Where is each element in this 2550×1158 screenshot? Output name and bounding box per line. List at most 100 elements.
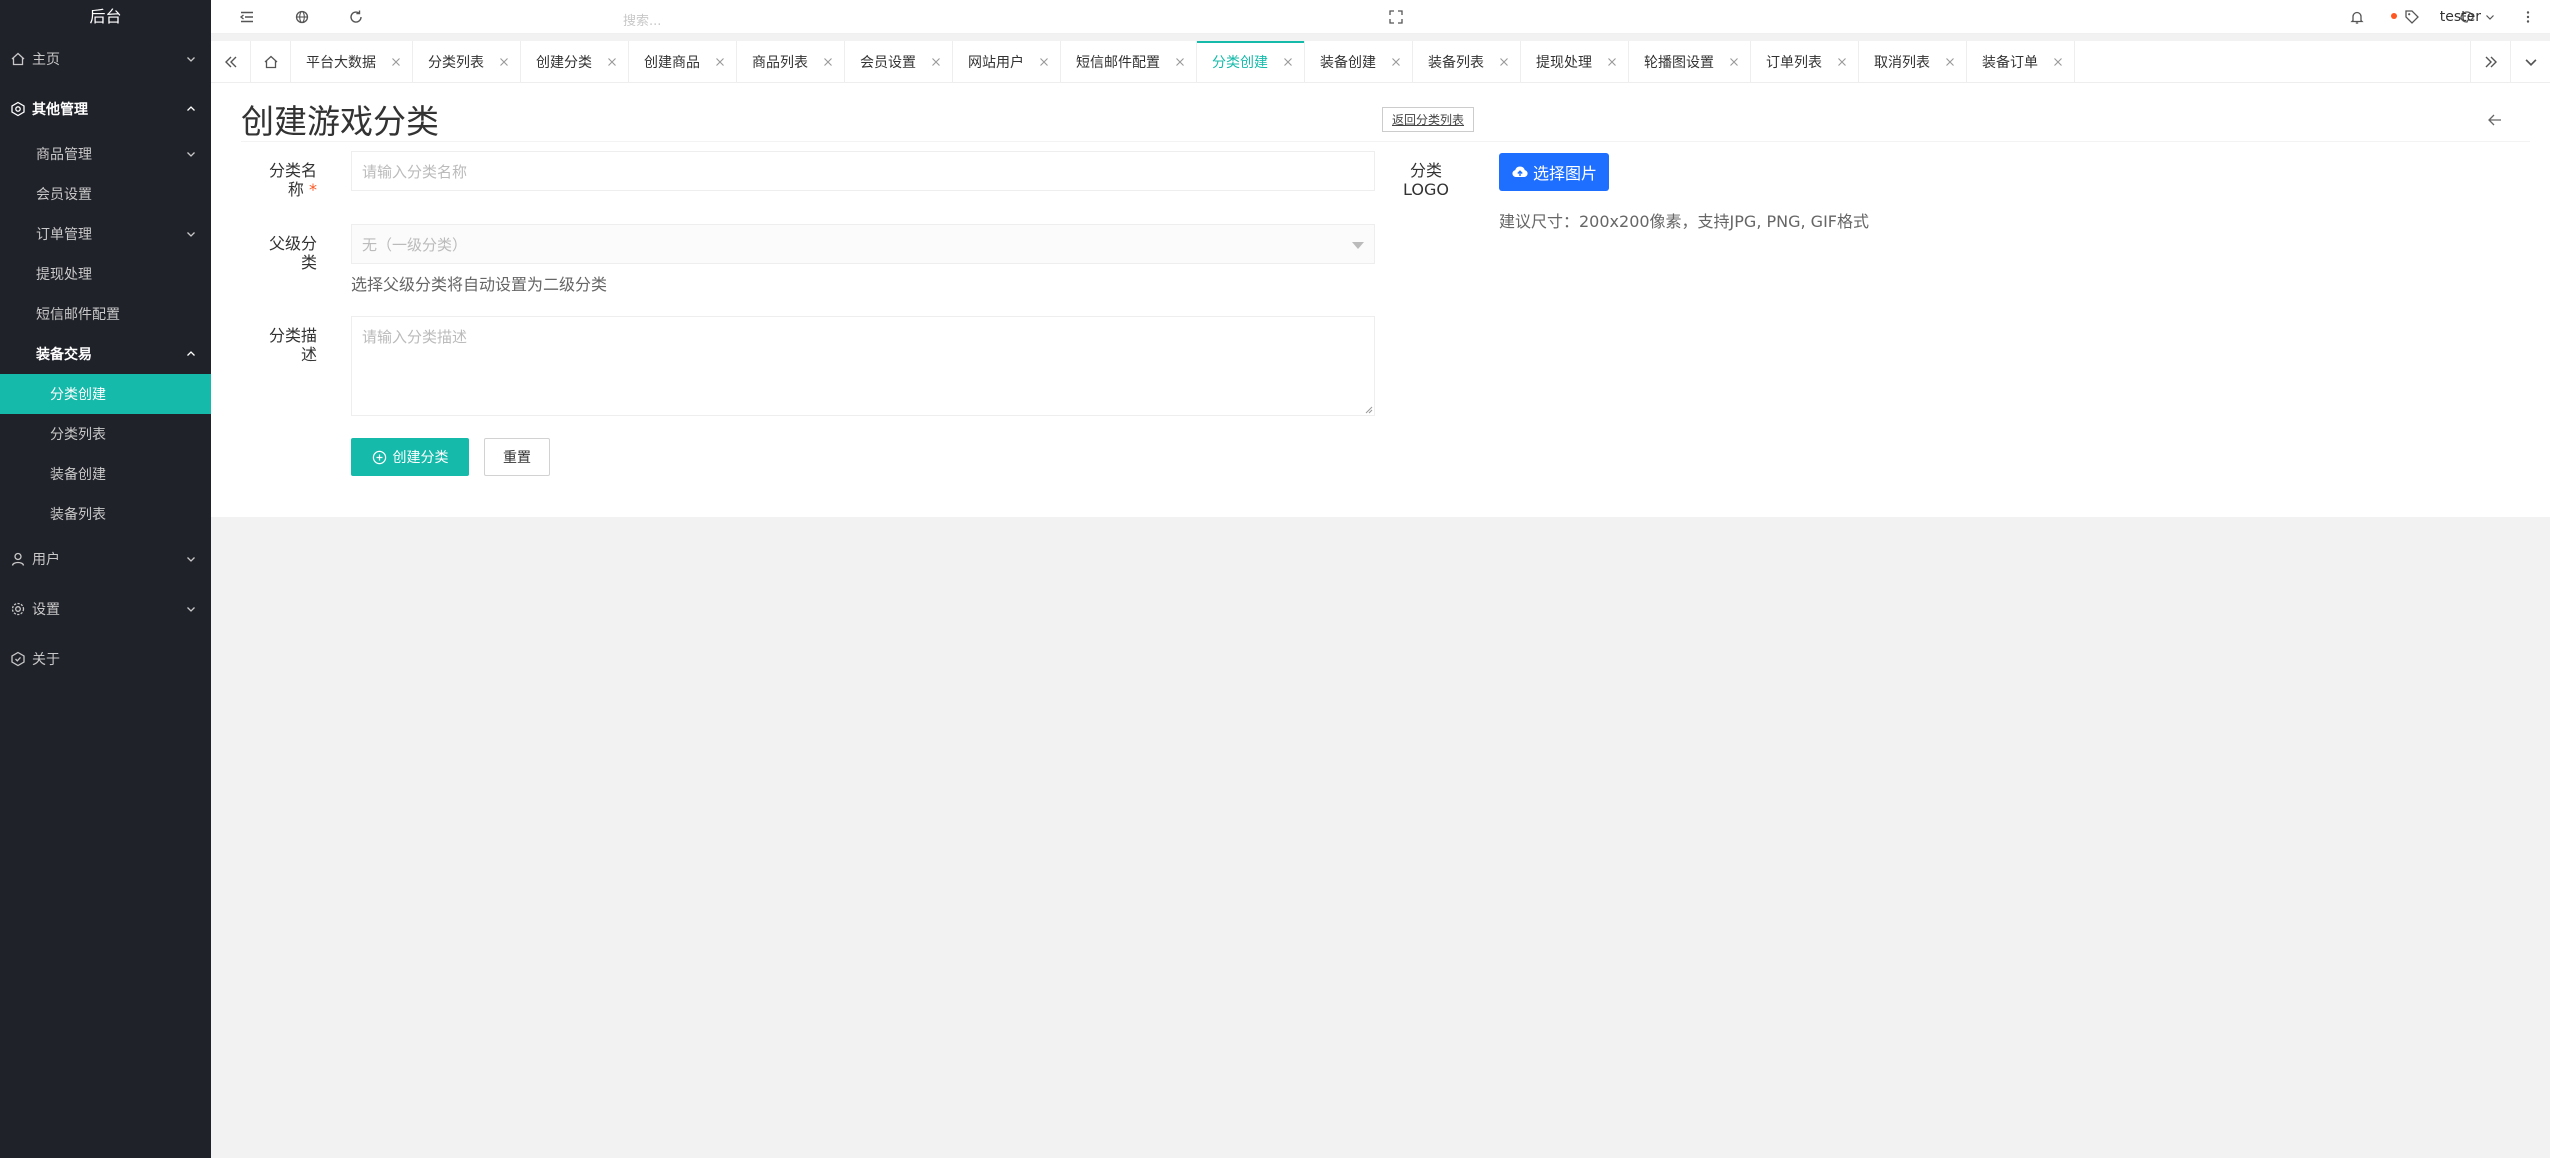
sidebar-item-label: 关于 [32,652,60,668]
tab-item[interactable]: 创建商品 [629,41,737,83]
tab-item[interactable]: 分类列表 [413,41,521,83]
sidebar-item-sms-mail[interactable]: 短信邮件配置 [0,294,211,334]
tab-item[interactable]: 轮播图设置 [1629,41,1751,83]
cloud-upload-icon [1512,166,1528,177]
tab-item[interactable]: 短信邮件配置 [1061,41,1197,83]
sidebar-item-users[interactable]: 用户 [0,534,211,584]
close-icon[interactable] [498,56,510,68]
sidebar-item-equip-create[interactable]: 装备创建 [0,454,211,494]
sidebar-item-product-mgmt[interactable]: 商品管理 [0,134,211,174]
tabs-next-button[interactable] [2470,41,2510,83]
top-header: 搜索... tester [211,0,2550,34]
tab-item[interactable]: 提现处理 [1521,41,1629,83]
close-icon[interactable] [822,56,834,68]
user-icon [11,552,25,566]
tab-list: 平台大数据 分类列表 创建分类 创建商品 商品列表 会员设置 网站用户 短信邮件配置 分类创建 装… [291,41,2075,83]
close-icon[interactable] [714,56,726,68]
tab-item[interactable]: 装备订单 [1967,41,2075,83]
name-label: 分类名 称 * [268,161,317,199]
sidebar-item-label: 用户 [32,552,60,568]
sidebar-item-label: 分类列表 [50,427,106,443]
refresh-icon[interactable] [348,9,364,25]
sidebar-item-cat-create[interactable]: 分类创建 [0,374,211,414]
reset-button[interactable]: 重置 [484,438,550,476]
fullscreen-icon[interactable] [1388,9,1404,25]
sidebar-item-label: 订单管理 [36,227,92,243]
close-icon[interactable] [390,56,402,68]
tab-label: 分类创建 [1212,55,1268,71]
user-menu[interactable]: tester [2440,9,2495,25]
sidebar-item-home[interactable]: 主页 [0,34,211,84]
sidebar-item-label: 会员设置 [36,187,92,203]
chevron-down-icon [2525,59,2536,66]
tab-label: 平台大数据 [306,55,376,71]
close-icon[interactable] [1390,56,1402,68]
chevron-down-icon [187,557,195,562]
double-chevron-right-icon [2485,56,2497,68]
upload-image-button[interactable]: 选择图片 [1499,153,1609,191]
tab-item[interactable]: 订单列表 [1751,41,1859,83]
tab-label: 装备订单 [1982,55,2038,71]
close-icon[interactable] [606,56,618,68]
sidebar-item-order-mgmt[interactable]: 订单管理 [0,214,211,254]
tab-label: 取消列表 [1874,55,1930,71]
create-category-button[interactable]: 创建分类 [351,438,469,476]
parent-tip: 选择父级分类将自动设置为二级分类 [351,275,608,294]
tab-label: 商品列表 [752,55,808,71]
sidebar-item-equip-trade[interactable]: 装备交易 [0,334,211,374]
chevron-up-icon [187,106,195,111]
sidebar-item-label: 分类创建 [50,387,106,403]
close-icon[interactable] [1038,56,1050,68]
tab-item[interactable]: 取消列表 [1859,41,1967,83]
globe-icon[interactable] [294,9,310,25]
category-name-input[interactable]: 请输入分类名称 [351,151,1375,191]
required-mark: * [309,180,317,199]
shield-check-icon [11,651,25,667]
tab-item[interactable]: 创建分类 [521,41,629,83]
close-icon[interactable] [1836,56,1848,68]
close-icon[interactable] [1498,56,1510,68]
app-title: 后台 [89,7,122,26]
search-input[interactable]: 搜索... [623,10,661,29]
close-icon[interactable] [1944,56,1956,68]
tab-item[interactable]: 分类创建 [1197,41,1305,83]
sidebar-item-other-mgmt[interactable]: 其他管理 [0,84,211,134]
sidebar-item-settings[interactable]: 设置 [0,584,211,634]
tab-item[interactable]: 装备列表 [1413,41,1521,83]
tab-item[interactable]: 会员设置 [845,41,953,83]
sidebar-item-about[interactable]: 关于 [0,634,211,684]
tab-item[interactable]: 装备创建 [1305,41,1413,83]
close-icon[interactable] [1282,56,1294,68]
close-icon[interactable] [1606,56,1618,68]
tabs-menu-button[interactable] [2510,41,2550,83]
back-to-list-link[interactable]: 返回分类列表 [1382,107,1475,132]
sidebar-item-member-settings[interactable]: 会员设置 [0,174,211,214]
sidebar-item-equip-list[interactable]: 装备列表 [0,494,211,534]
tab-home[interactable] [251,41,291,83]
sidebar-item-cat-list[interactable]: 分类列表 [0,414,211,454]
close-icon[interactable] [2052,56,2064,68]
tab-item[interactable]: 商品列表 [737,41,845,83]
more-vertical-icon[interactable] [2520,9,2536,25]
tab-item[interactable]: 网站用户 [953,41,1061,83]
arrow-left-icon[interactable] [2486,111,2504,129]
close-icon[interactable] [1728,56,1740,68]
tab-label: 会员设置 [860,55,916,71]
category-desc-textarea[interactable]: 请输入分类描述 [351,316,1375,416]
close-icon[interactable] [1174,56,1186,68]
sidebar-item-withdraw[interactable]: 提现处理 [0,254,211,294]
close-icon[interactable] [930,56,942,68]
tab-label: 订单列表 [1766,55,1822,71]
menu-fold-icon[interactable] [239,9,255,25]
tab-label: 装备创建 [1320,55,1376,71]
tab-item[interactable]: 平台大数据 [291,41,413,83]
tabs-prev-button[interactable] [211,41,251,83]
bell-icon[interactable] [2349,9,2365,25]
sidebar-item-label: 主页 [32,52,60,68]
sidebar: 后台 主页 其他管理 商品管理 会员设置 订单管理 提现处理 短信邮件配置 装备… [0,0,211,1158]
tab-label: 分类列表 [428,55,484,71]
resize-grip-icon[interactable] [1363,404,1373,414]
parent-category-select[interactable]: 无（一级分类） [351,224,1375,264]
home-icon [264,55,277,69]
tag-icon[interactable] [2404,9,2420,25]
